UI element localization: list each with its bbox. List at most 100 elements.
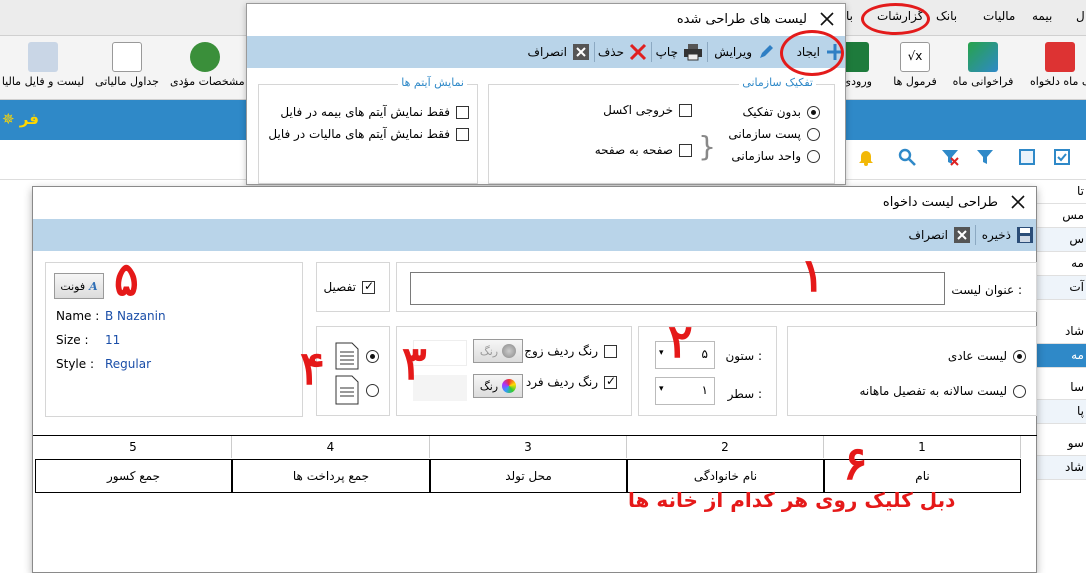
list-item[interactable]: سا (1032, 376, 1086, 400)
list-item-selected[interactable]: مه (1032, 344, 1086, 368)
radio[interactable] (366, 349, 379, 363)
list-item[interactable]: مس (1032, 204, 1086, 228)
custom-list-designer-window: طراحی لیست داخواه ذخیره انصراف عنوان لیس… (32, 186, 1037, 573)
table-cell[interactable]: جمع کسور (35, 459, 232, 493)
table-chart-icon (112, 42, 142, 72)
even-color-button[interactable]: رنگ (473, 339, 523, 363)
radio[interactable] (1013, 349, 1026, 363)
checkbox[interactable] (679, 103, 692, 117)
group-title: نمایش آیتم ها (398, 76, 467, 89)
checkbox-icon[interactable] (1053, 148, 1071, 166)
ribbon-tax-list-button[interactable]: لیست و فایل مالیا (0, 40, 86, 96)
list-item[interactable]: مه (1032, 252, 1086, 276)
table-cell[interactable]: محل تولد (430, 459, 627, 493)
radio[interactable] (807, 149, 820, 163)
taxpayer-seal-icon (190, 42, 220, 72)
option-annual-monthly-list[interactable]: لیست سالانه به تفصیل ماهانه (860, 384, 1026, 398)
menu-item-partial[interactable]: ل (1076, 9, 1085, 23)
spinner-arrow-icon: ▾ (659, 348, 664, 358)
spinner-arrow-icon: ▾ (659, 384, 664, 394)
filter-icon[interactable] (976, 148, 994, 166)
ribbon-delete-month-button[interactable]: ذف ماه دلخواه (1030, 40, 1086, 96)
edit-button[interactable]: ویرایش (714, 42, 775, 62)
designed-lists-window: لیست های طراحی شده ایجاد ویرایش چاپ حذف … (246, 3, 846, 185)
option-label: بدون تفکیک (742, 105, 801, 119)
font-size-label: Size : (56, 333, 89, 347)
annotation-number-3: ۳ (402, 336, 427, 390)
option-page-by-page[interactable]: صفحه به صفحه (595, 143, 692, 157)
option-org-unit[interactable]: واحد سازمانی (731, 149, 820, 163)
radio[interactable] (807, 127, 820, 141)
list-item[interactable]: تا (1032, 180, 1086, 204)
option-label: لیست عادی (947, 349, 1007, 363)
option-org-post[interactable]: پست سازمانی (728, 127, 820, 141)
row-spinner[interactable]: ▾ ۱ (655, 377, 715, 405)
clear-filter-icon[interactable] (941, 148, 959, 166)
window-toolbar: ایجاد ویرایش چاپ حذف انصراف (247, 36, 845, 68)
option-portrait-lines[interactable] (334, 342, 379, 370)
radio[interactable] (366, 383, 379, 397)
option-excel-output[interactable]: خروجی اکسل (603, 103, 692, 117)
option-no-breakdown[interactable]: بدون تفکیک (743, 105, 820, 119)
cancel-button[interactable]: انصراف (909, 225, 971, 245)
option-even-row-color[interactable]: رنگ ردیف زوج (524, 344, 617, 358)
list-item[interactable]: سو (1032, 432, 1086, 456)
list-item[interactable]: آت (1032, 276, 1086, 300)
option-insurance-items-only[interactable]: فقط نمایش آیتم های بیمه در فایل (280, 105, 469, 119)
printer-list-icon (28, 42, 58, 72)
radio[interactable] (807, 105, 820, 119)
cancel-button[interactable]: انصراف (528, 42, 590, 62)
checkbox[interactable] (604, 374, 617, 389)
ribbon-tax-tables-button[interactable]: جداول مالیاتی (92, 40, 162, 96)
ribbon-recall-month-button[interactable]: فراخوانی ماه (948, 40, 1018, 96)
recall-icon (968, 42, 998, 72)
detail-group: تفصیل (316, 262, 390, 312)
option-label: صفحه به صفحه (594, 143, 673, 157)
square-icon[interactable] (1018, 148, 1036, 166)
font-button[interactable]: فونت A (54, 273, 104, 299)
table-cell[interactable]: جمع پرداخت ها (232, 459, 430, 493)
brace-glyph: } (698, 130, 716, 163)
checkbox[interactable] (456, 127, 469, 141)
option-portrait-blank[interactable] (334, 375, 379, 405)
option-odd-row-color[interactable]: رنگ ردیف فرد (526, 374, 617, 389)
menu-item-tax[interactable]: مالیات (983, 9, 1015, 23)
option-label: واحد سازمانی (731, 149, 801, 163)
menu-item-bank[interactable]: بانک (936, 9, 957, 23)
checkbox[interactable] (456, 105, 469, 119)
option-detail[interactable]: تفصیل (323, 279, 375, 294)
menu-item-insurance[interactable]: بیمه (1032, 9, 1052, 23)
menu-item-partial-2[interactable]: با (846, 9, 853, 23)
radio[interactable] (1013, 384, 1026, 398)
option-tax-items-only[interactable]: فقط نمایش آیتم های مالیات در فایل (268, 127, 469, 141)
toolbar-separator (594, 42, 595, 62)
ribbon-label: فرمول ها (893, 75, 937, 88)
list-title-input[interactable] (410, 272, 945, 305)
close-icon[interactable] (1010, 194, 1026, 210)
odd-color-button[interactable]: رنگ (473, 374, 523, 398)
annotation-create-circle (780, 30, 844, 76)
option-normal-list[interactable]: لیست عادی (948, 349, 1026, 363)
checkbox[interactable] (604, 344, 617, 358)
close-icon[interactable] (819, 11, 835, 27)
list-item[interactable]: س (1032, 228, 1086, 252)
bell-icon[interactable] (857, 148, 875, 166)
list-item[interactable]: شاد (1032, 320, 1086, 344)
color-wheel-icon (502, 379, 517, 393)
ribbon-formulas-button[interactable]: √x فرمول ها (880, 40, 950, 96)
ribbon-taxpayer-button[interactable]: مشخصات مؤدی (170, 40, 245, 96)
ribbon-label: ذف ماه دلخواه (1030, 75, 1086, 88)
search-icon[interactable] (898, 148, 916, 166)
list-item[interactable]: شاد (1032, 456, 1086, 480)
option-label: پست سازمانی (728, 127, 801, 141)
list-title-group: عنوان لیست : (396, 262, 1037, 312)
list-item[interactable]: پا (1032, 400, 1086, 424)
checkbox[interactable] (362, 279, 375, 294)
print-button[interactable]: چاپ (656, 42, 703, 62)
delete-button[interactable]: حذف (598, 42, 647, 62)
item-display-group: نمایش آیتم ها فقط نمایش آیتم های بیمه در… (258, 76, 478, 184)
checkbox[interactable] (679, 143, 692, 157)
save-button[interactable]: ذخیره (982, 225, 1034, 245)
cancel-label: انصراف (908, 228, 948, 242)
option-label: فقط نمایش آیتم های مالیات در فایل (268, 127, 450, 141)
